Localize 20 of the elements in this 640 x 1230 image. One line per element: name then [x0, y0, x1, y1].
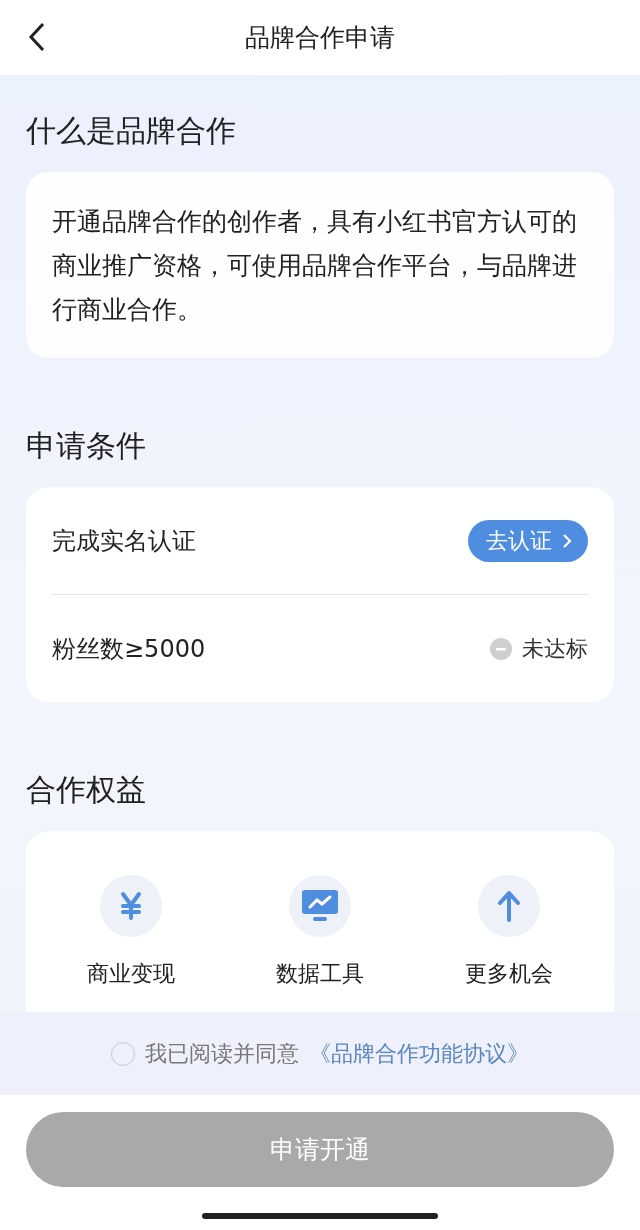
- verify-button[interactable]: 去认证: [468, 519, 588, 562]
- yen-icon: [119, 891, 142, 921]
- benefit-name: 数据工具: [276, 960, 364, 988]
- chevron-icon: [562, 532, 572, 549]
- condition-label: 粉丝数≥5000: [52, 633, 206, 665]
- back-icon[interactable]: [28, 22, 46, 52]
- condition-label: 完成实名认证: [52, 525, 196, 557]
- section-title: 合作权益: [26, 771, 147, 809]
- agreement-link[interactable]: 《品牌合作功能协议》: [309, 1038, 529, 1069]
- page-title: 品牌合作申请: [245, 22, 395, 54]
- up-arrow-icon: [497, 890, 522, 922]
- benefit-name: 商业变现: [86, 960, 175, 988]
- section-title: 申请条件: [26, 427, 147, 465]
- chart-monitor-icon: [302, 890, 338, 922]
- section-title: 什么是品牌合作: [26, 112, 237, 150]
- agreement-text: 我已阅读并同意: [145, 1039, 299, 1068]
- benefit-name: 更多机会: [465, 960, 554, 988]
- intro-text: 开通品牌合作的创作者，具有小红书官方认可的商业推广资格，可使用品牌合作平台，与品牌进行商业合作。: [51, 206, 578, 326]
- minus-circle-icon: [490, 637, 512, 660]
- status-text: 未达标: [522, 634, 588, 663]
